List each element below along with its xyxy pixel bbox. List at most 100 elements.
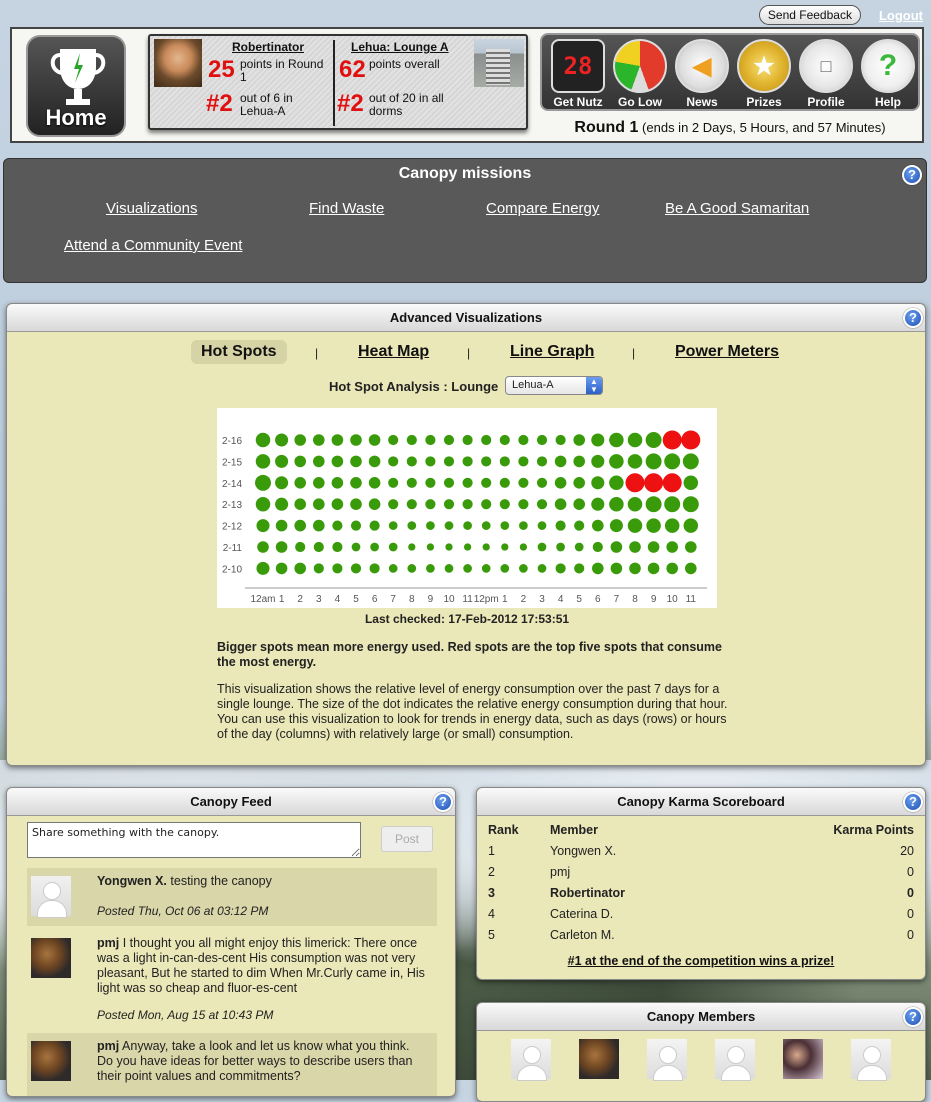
question-icon: ? (861, 39, 915, 93)
member-avatar[interactable] (851, 1039, 891, 1081)
hotspot-dot (536, 456, 548, 467)
hotspot-dot (408, 543, 416, 551)
nav-go-low[interactable]: Go Low (610, 39, 670, 111)
tab-heat-map[interactable]: Heat Map (358, 343, 429, 361)
member-avatar[interactable] (511, 1039, 551, 1081)
tab-separator: | (632, 346, 636, 360)
hotspot-dot (350, 477, 362, 489)
x-tick-label: 6 (595, 594, 601, 605)
nav-get-nutz[interactable]: 28 Get Nutz (548, 39, 608, 111)
karma-table: Rank Member Karma Points 1 Yongwen X. 20… (485, 820, 917, 945)
megaphone-icon: ◀ (675, 39, 729, 93)
table-row: 1 Yongwen X. 20 (485, 840, 917, 861)
hotspot-dot (313, 477, 325, 489)
member-avatar[interactable] (647, 1039, 687, 1081)
mission-find-waste[interactable]: Find Waste (309, 200, 384, 217)
feed-author[interactable]: Yongwen X. (97, 874, 167, 888)
user-avatar[interactable] (154, 39, 202, 87)
nav-news[interactable]: ◀ News (672, 39, 732, 111)
hotspot-dot (294, 498, 306, 510)
hotspot-dot (275, 541, 288, 553)
hotspot-dot (537, 521, 547, 530)
prize-link[interactable]: #1 at the end of the competition wins a … (477, 954, 925, 968)
help-icon[interactable]: ? (903, 1007, 923, 1027)
x-tick-label: 7 (614, 594, 620, 605)
hotspot-dot (554, 477, 567, 489)
tab-hot-spots[interactable]: Hot Spots (191, 340, 287, 364)
tab-power-meters[interactable]: Power Meters (675, 343, 779, 361)
hotspot-dot (369, 563, 380, 574)
lounge-select[interactable]: Lehua-A ▲ ▼ (505, 376, 603, 395)
nav-prizes[interactable]: ★ Prizes (734, 39, 794, 111)
karma-title: Canopy Karma Scoreboard ? (477, 788, 925, 816)
hotspot-dot (609, 432, 624, 448)
hotspot-dot (369, 520, 380, 531)
hotspot-dot (425, 434, 436, 446)
feed-author[interactable]: pmj (97, 1039, 119, 1053)
chevron-updown-icon: ▲ ▼ (586, 377, 602, 394)
nav-help[interactable]: ? Help (858, 39, 918, 111)
hotspot-dot (313, 519, 325, 532)
hotspot-dot (426, 564, 435, 573)
logout-link[interactable]: Logout (879, 8, 923, 23)
nav-profile[interactable]: □ Profile (796, 39, 856, 111)
member-avatar[interactable] (579, 1039, 619, 1079)
user-name-link[interactable]: Robertinator (232, 40, 304, 54)
hotspot-dot (555, 434, 566, 446)
mission-community-event[interactable]: Attend a Community Event (64, 237, 242, 254)
member-avatar[interactable] (783, 1039, 823, 1079)
mission-compare-energy[interactable]: Compare Energy (486, 200, 599, 217)
avatar[interactable] (31, 938, 71, 978)
help-icon[interactable]: ? (903, 308, 923, 328)
hotspot-dot (682, 496, 699, 513)
hotspot-dot (256, 519, 270, 533)
help-icon[interactable]: ? (902, 165, 922, 185)
feed-item: pmj Anyway, take a look and let us know … (27, 1033, 437, 1096)
hotspot-dot (573, 498, 585, 510)
feed-input[interactable]: Share something with the canopy. (27, 822, 361, 858)
main-nav: 28 Get Nutz Go Low ◀ News ★ Prizes □ Pro… (540, 33, 920, 111)
hotspot-dot (462, 477, 473, 488)
hotspot-dot (592, 562, 604, 575)
avatar[interactable] (31, 876, 71, 918)
hotspot-dot-top (662, 473, 682, 493)
lounge-name-link[interactable]: Lehua: Lounge A (351, 40, 449, 54)
table-row: 4 Caterina D. 0 (485, 903, 917, 924)
home-button[interactable]: Home (26, 35, 126, 137)
hotspot-dot (519, 564, 528, 573)
rank-cell: 2 (488, 864, 495, 879)
y-tick-label: 2-11 (223, 543, 243, 554)
hotspot-dot (426, 543, 435, 551)
nav-label: Profile (807, 95, 845, 109)
hotspot-dot (646, 518, 661, 533)
visualizations-panel: Advanced Visualizations ? Hot Spots | He… (6, 303, 926, 766)
user-points-text: points in Round 1 (240, 57, 324, 84)
post-button[interactable]: Post (381, 826, 433, 852)
mission-visualizations[interactable]: Visualizations (106, 200, 197, 217)
x-tick-label: 11 (462, 594, 473, 605)
gauge-icon (613, 39, 667, 93)
top-links: Send Feedback Logout (758, 5, 923, 25)
send-feedback-button[interactable]: Send Feedback (758, 5, 861, 25)
column-header: Member (550, 823, 598, 837)
feed-message: Anyway, take a look and let us know what… (97, 1039, 413, 1083)
hotspot-dot (368, 498, 381, 510)
help-icon[interactable]: ? (903, 792, 923, 812)
hotspot-dot (536, 434, 548, 446)
hotspot-dot (592, 519, 604, 532)
x-tick-label: 7 (390, 594, 396, 605)
avatar[interactable] (31, 1041, 71, 1081)
hotspot-dot (388, 499, 399, 510)
member-avatar[interactable] (715, 1039, 755, 1081)
x-tick-label: 11 (686, 594, 697, 605)
hotspot-dot (481, 499, 492, 510)
visualizations-title: Advanced Visualizations ? (7, 304, 925, 332)
mission-good-samaritan[interactable]: Be A Good Samaritan (665, 200, 809, 217)
feed-author[interactable]: pmj (97, 936, 119, 950)
hotspot-dot (425, 456, 436, 467)
help-icon[interactable]: ? (433, 792, 453, 812)
members-title: Canopy Members ? (477, 1003, 925, 1031)
tab-line-graph[interactable]: Line Graph (510, 343, 594, 361)
hotspot-dot (645, 453, 662, 470)
hotspot-dot (609, 519, 623, 533)
